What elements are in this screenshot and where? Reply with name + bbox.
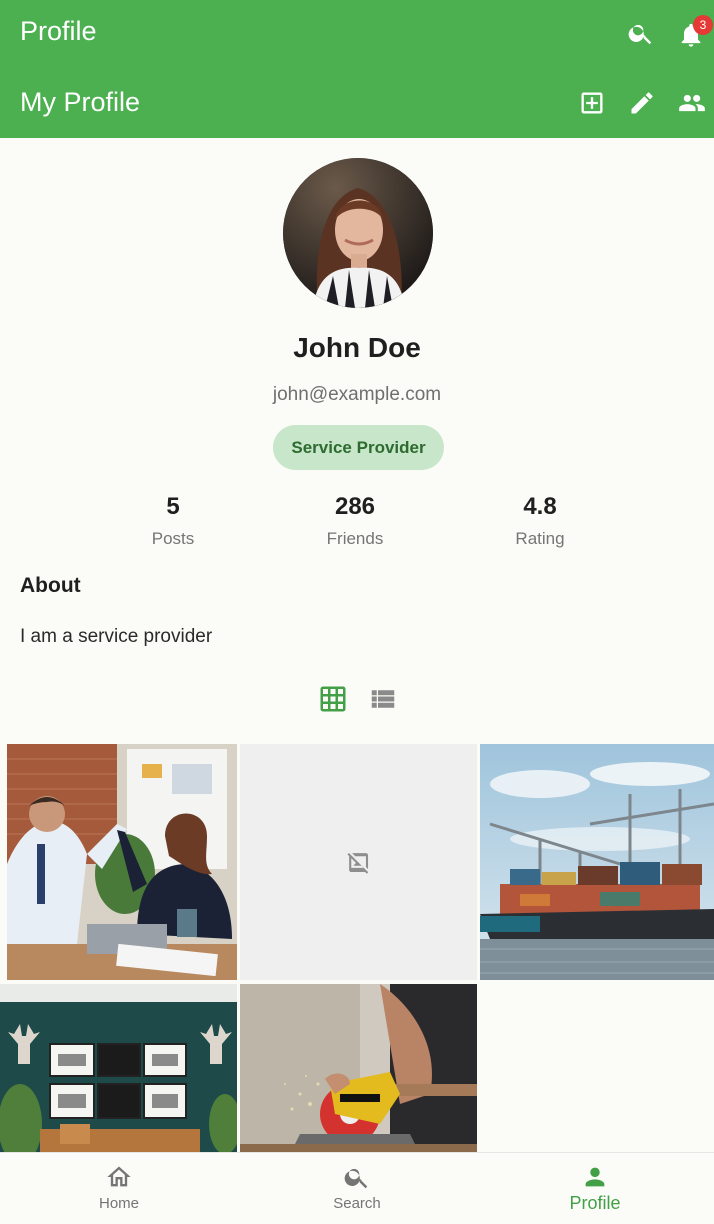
nav-profile-label: Profile	[569, 1193, 621, 1213]
profile-avatar[interactable]	[283, 158, 433, 308]
stat-posts-label: Posts	[151, 529, 195, 548]
app-bar-top-row: Profile 3	[0, 0, 714, 68]
search-icon	[628, 24, 652, 45]
person-icon	[585, 1167, 605, 1187]
search-icon	[344, 1168, 368, 1189]
post-thumbnail[interactable]	[0, 984, 237, 1152]
edit-icon	[631, 92, 653, 114]
nav-home[interactable]: Home	[0, 1153, 238, 1224]
stat-posts-value: 5	[166, 493, 180, 520]
circular-saw-woodwork-photo	[240, 984, 477, 1152]
nav-search[interactable]: Search	[238, 1153, 476, 1224]
about-text: I am a service provider	[20, 626, 213, 647]
post-thumbnail[interactable]	[240, 744, 477, 980]
office-high-five-photo	[7, 744, 237, 980]
app-title: Profile	[20, 16, 97, 46]
post-thumbnail[interactable]	[240, 984, 477, 1152]
bottom-navigation: Home Search Profile	[0, 1152, 714, 1224]
cargo-ship-port-photo	[480, 744, 714, 980]
living-room-wall-art-photo	[0, 984, 237, 1152]
about-heading: About	[20, 574, 81, 597]
stat-friends-value: 286	[334, 493, 376, 520]
list-view-button[interactable]	[368, 684, 398, 714]
grid-view-icon	[320, 686, 346, 712]
edit-profile-button[interactable]	[624, 85, 660, 121]
broken-image-placeholder	[240, 744, 477, 980]
search-button[interactable]	[623, 15, 659, 51]
app-bar: Profile 3 My Profile	[0, 0, 714, 138]
home-icon	[107, 1166, 131, 1187]
app-bar-bottom-row: My Profile	[0, 68, 714, 138]
nav-profile[interactable]: Profile	[476, 1153, 714, 1224]
stat-friends-label: Friends	[326, 529, 384, 548]
notifications-button[interactable]: 3	[673, 15, 713, 53]
stat-posts[interactable]: 5 Posts	[93, 493, 253, 549]
add-box-icon	[581, 92, 603, 114]
role-badge: Service Provider	[273, 425, 444, 470]
stat-rating-value: 4.8	[523, 493, 557, 520]
grid-view-button[interactable]	[318, 684, 348, 714]
avatar-photo	[283, 158, 433, 308]
stat-rating[interactable]: 4.8 Rating	[460, 493, 620, 549]
notification-badge: 3	[693, 15, 713, 35]
post-thumbnail[interactable]	[480, 744, 714, 980]
people-icon	[679, 94, 705, 112]
nav-search-label: Search	[333, 1195, 381, 1212]
post-thumbnail[interactable]	[7, 744, 237, 980]
nav-home-label: Home	[98, 1195, 139, 1212]
page-title: My Profile	[20, 87, 141, 117]
list-view-icon	[371, 690, 395, 708]
stat-rating-label: Rating	[515, 529, 565, 548]
stat-friends[interactable]: 286 Friends	[275, 493, 435, 549]
add-post-button[interactable]	[574, 85, 610, 121]
profile-email: john@example.com	[272, 384, 442, 405]
profile-name: John Doe	[293, 332, 421, 363]
friends-button[interactable]	[674, 85, 710, 121]
